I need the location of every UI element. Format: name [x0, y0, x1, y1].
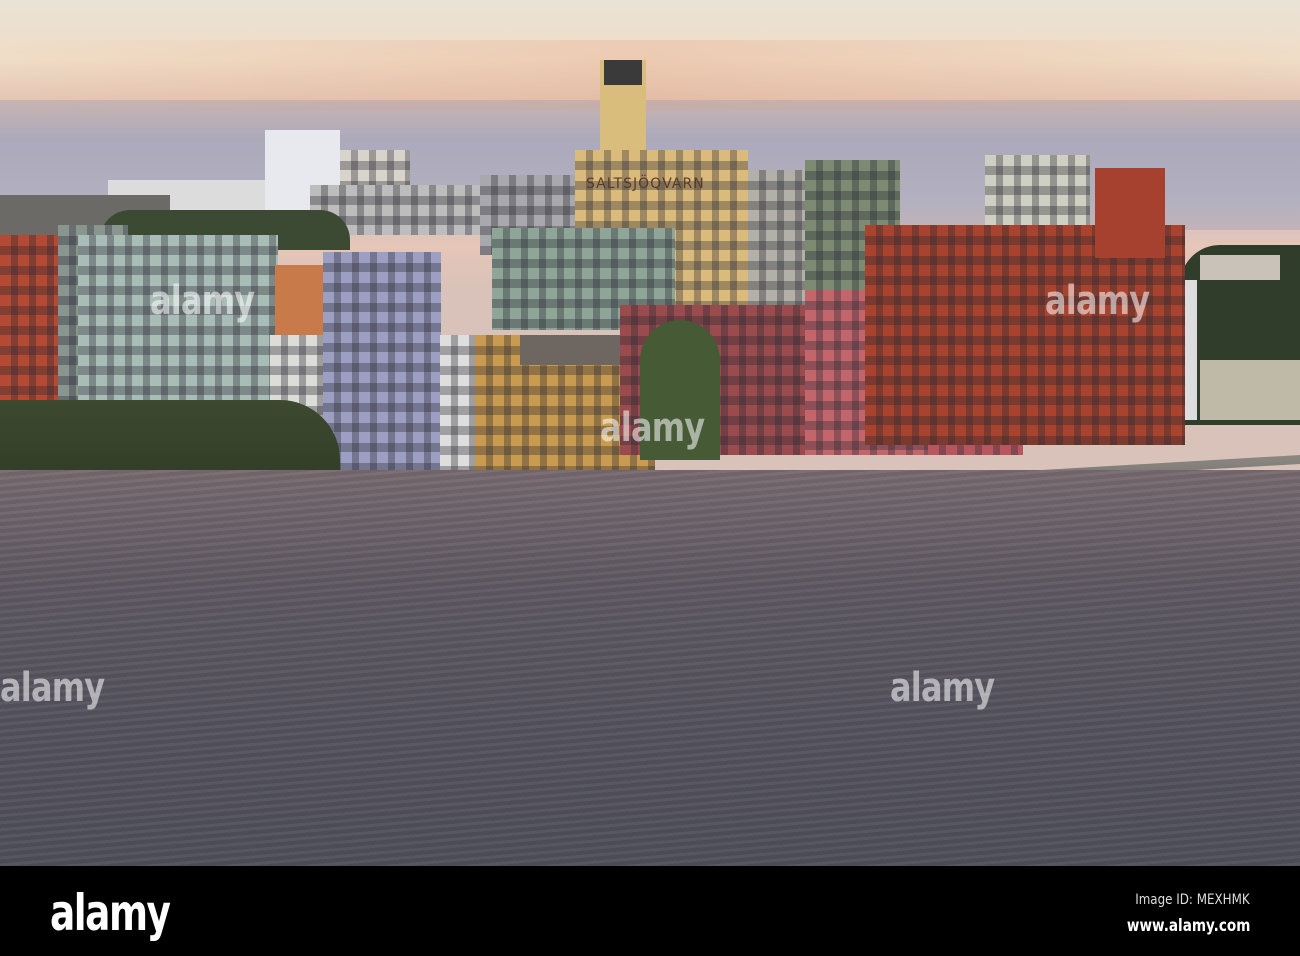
photo-waterfront: SALTSJÖQVARN alamy alamy alamy alamy ala…	[0, 0, 1300, 866]
lavender-apartment	[323, 252, 441, 470]
apartment	[748, 170, 808, 305]
apartment	[1185, 280, 1197, 420]
watermark: alamy	[0, 665, 105, 711]
image-id: Image ID: MEXHMK	[1135, 892, 1250, 908]
watermark: alamy	[1045, 278, 1150, 324]
brick-tower	[1095, 168, 1165, 258]
watermark: alamy	[890, 665, 995, 711]
footer-bar: alamy Image ID: MEXHMK www.alamy.com	[0, 866, 1300, 956]
water	[0, 470, 1300, 866]
alamy-logo: alamy	[50, 884, 171, 942]
website-link: www.alamy.com	[1126, 916, 1250, 936]
building-sign: SALTSJÖQVARN	[586, 176, 705, 192]
watermark: alamy	[150, 278, 255, 324]
sun-reflection-window	[275, 265, 323, 340]
distant-building	[1200, 255, 1280, 280]
green-roof-building	[985, 155, 1090, 235]
watermark: alamy	[600, 405, 705, 451]
lantern	[604, 60, 642, 85]
brick-building	[865, 225, 1185, 445]
low-building	[1200, 360, 1300, 420]
